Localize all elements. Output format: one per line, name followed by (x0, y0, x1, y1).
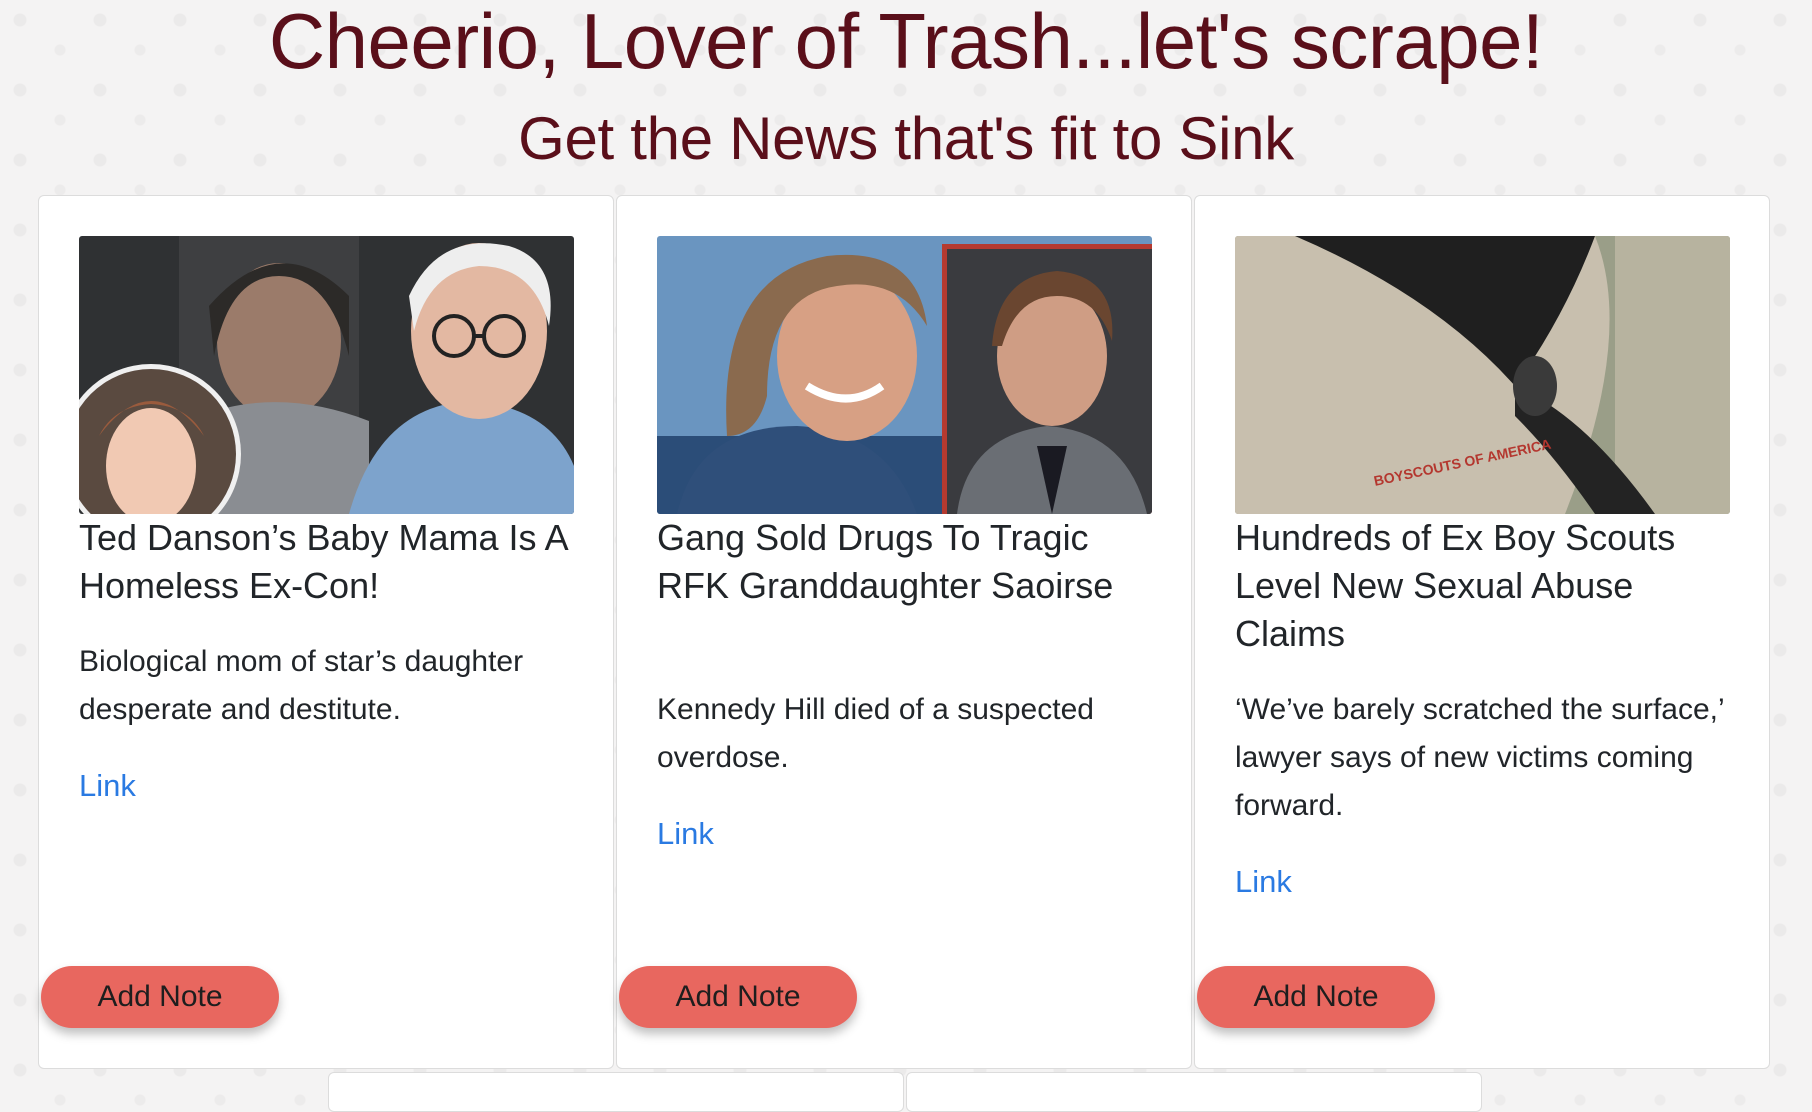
article-card: Ted Danson’s Baby Mama Is A Homeless Ex-… (38, 195, 614, 1069)
article-summary: ‘We’ve barely scratched the surface,’ la… (1235, 693, 1724, 822)
add-note-button[interactable]: Add Note (41, 966, 279, 1028)
article-image[interactable]: BOYSCOUTS OF AMERICA (1235, 236, 1730, 514)
article-title: Ted Danson’s Baby Mama Is A Homeless Ex-… (79, 517, 567, 606)
article-link[interactable]: Link (657, 814, 714, 854)
page-title: Cheerio, Lover of Trash...let's scrape! (268, 0, 1544, 85)
article-card (906, 1072, 1482, 1112)
article-image[interactable] (79, 236, 574, 514)
article-card: BOYSCOUTS OF AMERICA Hundreds of Ex Boy … (1194, 195, 1770, 1069)
article-summary: Kennedy Hill died of a suspected overdos… (657, 693, 1094, 774)
photo-icon (657, 236, 1152, 514)
article-card: Gang Sold Drugs To Tragic RFK Granddaugh… (616, 195, 1192, 1069)
photo-icon: BOYSCOUTS OF AMERICA (1235, 236, 1730, 514)
article-title: Hundreds of Ex Boy Scouts Level New Sexu… (1235, 517, 1676, 654)
photo-icon (79, 236, 574, 514)
article-summary: Biological mom of star’s daughter desper… (79, 645, 524, 726)
article-link[interactable]: Link (1235, 862, 1292, 902)
add-note-button[interactable]: Add Note (619, 966, 857, 1028)
page-subtitle: Get the News that's fit to Sink (518, 105, 1294, 172)
article-card (328, 1072, 904, 1112)
article-image[interactable] (657, 236, 1152, 514)
article-link[interactable]: Link (79, 766, 136, 806)
add-note-button[interactable]: Add Note (1197, 966, 1435, 1028)
article-title: Gang Sold Drugs To Tragic RFK Granddaugh… (657, 517, 1114, 606)
